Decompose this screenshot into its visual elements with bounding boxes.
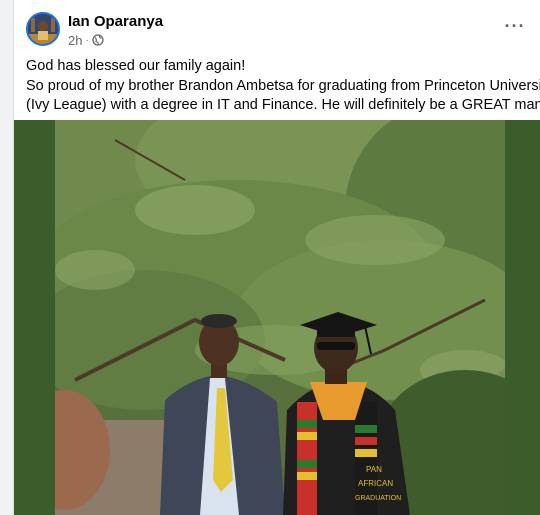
author-avatar[interactable] — [26, 12, 60, 46]
post-message: God has blessed our family again! So pro… — [26, 57, 540, 116]
more-options-button[interactable]: ··· — [502, 16, 528, 36]
author-name[interactable]: Ian Oparanya — [68, 13, 163, 30]
stole-text: PAN — [366, 465, 382, 474]
more-options-icon: ··· — [504, 15, 526, 36]
stole-text: AFRICAN — [358, 479, 393, 488]
feed-page: Ian Oparanya 2h · ··· God has blessed ou… — [0, 0, 540, 515]
post-text-line: God has blessed our family again! — [26, 58, 246, 74]
post-text-line-content: (Ivy League) with a degree in IT and Fin… — [26, 97, 540, 113]
photo-illustration: PAN AFRICAN GRADUATION — [55, 120, 505, 515]
post-photo[interactable]: PAN AFRICAN GRADUATION — [55, 120, 505, 515]
avatar-image — [28, 14, 58, 44]
meta-separator: · — [85, 34, 89, 46]
post-card: Ian Oparanya 2h · ··· God has blessed ou… — [13, 0, 540, 515]
post-text-line: (Ivy League) with a degree in IT and Fin… — [26, 96, 540, 116]
globe-icon[interactable] — [92, 34, 104, 46]
post-photo-frame[interactable]: PAN AFRICAN GRADUATION — [14, 120, 540, 515]
post-time[interactable]: 2h — [68, 33, 82, 48]
post-header: Ian Oparanya 2h · ··· — [14, 12, 540, 52]
post-meta: 2h · — [68, 32, 104, 48]
post-text-line: So proud of my brother Brandon Ambetsa f… — [26, 77, 540, 94]
stole-text: GRADUATION — [355, 495, 401, 502]
